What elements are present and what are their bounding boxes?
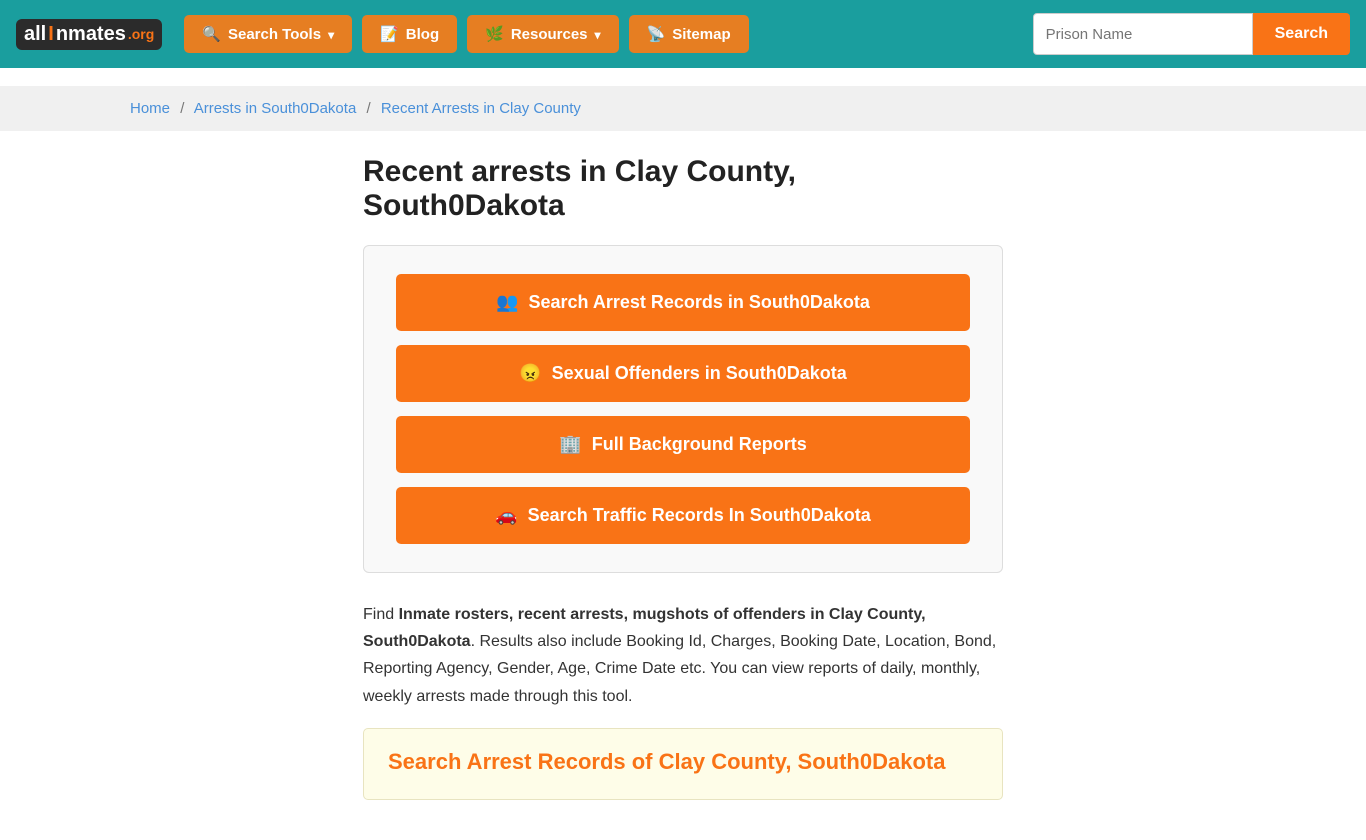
search-section-title: Search Arrest Records of Clay County, So… [388, 749, 978, 775]
chevron-down-icon [328, 26, 334, 43]
prison-name-input[interactable] [1033, 13, 1253, 55]
navbar: all I nmates .org Search Tools Blog Reso… [0, 0, 1366, 68]
sexual-offenders-button[interactable]: Sexual Offenders in South0Dakota [396, 345, 970, 402]
prison-search-button[interactable]: Search [1253, 13, 1350, 55]
prison-search-area: Search [1033, 13, 1350, 55]
blog-icon [380, 25, 399, 43]
main-content: Recent arrests in Clay County, South0Dak… [233, 131, 1133, 840]
breadcrumb-current: Recent Arrests in Clay County [381, 100, 581, 117]
logo-i-text: I [48, 23, 54, 46]
resources-icon [485, 25, 504, 43]
logo[interactable]: all I nmates .org [16, 19, 162, 50]
logo-org-text: .org [128, 26, 154, 42]
users-icon [496, 292, 518, 313]
page-title: Recent arrests in Clay County, South0Dak… [363, 155, 1003, 223]
blog-button[interactable]: Blog [362, 15, 457, 53]
sitemap-icon [647, 25, 666, 43]
logo-nmates-text: nmates [56, 23, 126, 46]
full-background-reports-button[interactable]: Full Background Reports [396, 416, 970, 473]
breadcrumb-bar: Home / Arrests in South0Dakota / Recent … [0, 86, 1366, 131]
breadcrumb-home[interactable]: Home [130, 100, 170, 117]
chevron-down-icon-2 [595, 26, 601, 43]
breadcrumb-arrests[interactable]: Arrests in South0Dakota [194, 100, 357, 117]
car-icon [495, 505, 517, 526]
search-section-box: Search Arrest Records of Clay County, So… [363, 728, 1003, 800]
offender-icon [519, 363, 541, 384]
search-arrest-records-button[interactable]: Search Arrest Records in South0Dakota [396, 274, 970, 331]
logo-all-text: all [24, 23, 46, 46]
breadcrumb-sep-1: / [180, 100, 184, 117]
building-icon [559, 434, 581, 455]
sitemap-button[interactable]: Sitemap [629, 15, 749, 53]
description-text: Find Inmate rosters, recent arrests, mug… [363, 601, 1003, 710]
search-traffic-records-button[interactable]: Search Traffic Records In South0Dakota [396, 487, 970, 544]
resources-button[interactable]: Resources [467, 15, 618, 53]
breadcrumb: Home / Arrests in South0Dakota / Recent … [130, 100, 1236, 117]
breadcrumb-sep-2: / [366, 100, 370, 117]
action-card: Search Arrest Records in South0Dakota Se… [363, 245, 1003, 573]
search-tools-button[interactable]: Search Tools [184, 15, 352, 53]
search-tools-icon [202, 25, 221, 43]
